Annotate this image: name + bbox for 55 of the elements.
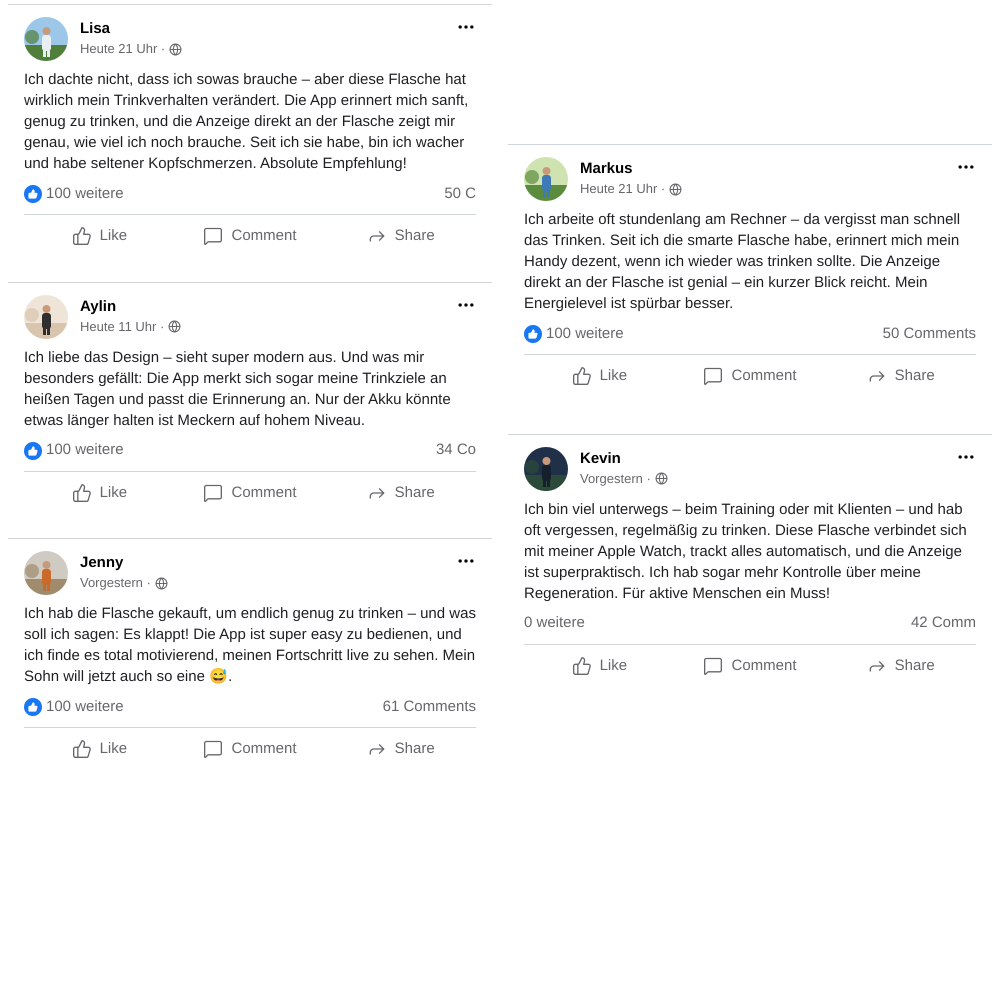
- post-text: Ich arbeite oft stundenlang am Rechner – da vergisst man schnell das Trinken. Seit ich die smarte Flasche habe, erinnert mich mein Handy dezent, wenn ich wieder was trinken sollte. Die Anzeige direkt an der Flasche ist genial – ein kurzer Blick reicht. Mein Energielevel ist spürbar besser.: [524, 210, 962, 314]
- share-button[interactable]: Share: [825, 648, 976, 683]
- post-text: Ich bin viel unterwegs – beim Training oder mit Klienten – und hab oft vergessen, regelmäßig zu trinken. Diese Flasche verbindet sich mit meiner Apple Watch, trackt alles automatisch, und die Anzeige ist superpraktisch. Ich hab sogar mehr Kontrolle über meine Regeneration. Für aktive Menschen ein Muss!: [524, 500, 968, 604]
- speech-bubble-icon: [703, 366, 724, 386]
- thumbs-up-icon: [72, 482, 92, 503]
- comment-count[interactable]: 34 Co: [436, 439, 476, 462]
- reaction-count[interactable]: 100 weitere: [46, 182, 124, 206]
- like-button[interactable]: Like: [24, 476, 175, 510]
- thumbs-up-icon: [72, 739, 92, 760]
- share-button[interactable]: Share: [325, 476, 476, 510]
- comment-count[interactable]: 42 Comm: [910, 612, 976, 635]
- author-name[interactable]: Markus: [580, 159, 682, 179]
- author-name[interactable]: Aylin: [80, 296, 182, 316]
- share-button[interactable]: Share: [825, 359, 976, 394]
- post-text: Ich hab die Flasche gekauft, um endlich genug zu trinken – und was soll ich sagen: Es klappt! Die App ist super easy zu bedienen, und ich finde es total motivierend, meinen Fortschritt live zu sehen. Mein Sohn will jetzt auch so eine 😅.: [24, 604, 476, 687]
- post-text: Ich dachte nicht, dass ich sowas brauche – aber diese Flasche hat wirklich mein Trinkverhalten verändert. Die App erinnert mich sanft, genug zu trinken, und die Anzeige direkt an der Flasche zeigt mir genau, wie viel ich noch brauche. Seit ich sie habe, bin ich wacher und habe seltener Kopfschmerzen. Absolute Empfehlung!: [24, 70, 470, 174]
- globe-icon: [168, 320, 182, 333]
- post-time: Heute 11 Uhr ·: [80, 318, 164, 336]
- author-name[interactable]: Jenny: [80, 553, 168, 573]
- like-button[interactable]: Like: [24, 732, 175, 766]
- speech-bubble-icon: [703, 656, 724, 676]
- comment-button[interactable]: Comment: [174, 219, 326, 254]
- post-time: Vorgestern ·: [80, 574, 151, 592]
- thumbs-up-icon: [572, 656, 592, 676]
- globe-icon: [169, 42, 182, 56]
- comment-button[interactable]: Comment: [174, 476, 326, 510]
- comment-count[interactable]: 61 Comments: [382, 696, 476, 718]
- speech-bubble-icon: [203, 482, 224, 503]
- share-button[interactable]: Share: [325, 219, 476, 254]
- comment-button[interactable]: Comment: [174, 732, 326, 766]
- author-name[interactable]: Kevin: [580, 448, 668, 468]
- share-button[interactable]: Share: [325, 732, 476, 766]
- globe-icon: [654, 472, 668, 485]
- post-time: Heute 21 Uhr ·: [580, 180, 666, 198]
- comment-count[interactable]: 50 Comments: [882, 322, 976, 346]
- author-name[interactable]: Lisa: [80, 19, 182, 39]
- speech-bubble-icon: [203, 739, 224, 760]
- globe-icon: [154, 576, 168, 590]
- like-button[interactable]: Like: [24, 219, 175, 254]
- like-button[interactable]: Like: [524, 648, 675, 683]
- reaction-count[interactable]: 100 weitere: [46, 439, 124, 462]
- globe-icon: [669, 182, 682, 196]
- post-time: Vorgestern ·: [580, 470, 651, 488]
- comment-button[interactable]: Comment: [674, 648, 826, 683]
- comment-count[interactable]: 50 C: [444, 182, 476, 206]
- reaction-count[interactable]: 100 weitere: [46, 696, 124, 718]
- reaction-count[interactable]: 0 weitere: [524, 612, 585, 635]
- like-button[interactable]: Like: [524, 359, 675, 394]
- post-time: Heute 21 Uhr ·: [80, 40, 166, 58]
- speech-bubble-icon: [203, 226, 224, 246]
- comment-button[interactable]: Comment: [674, 359, 826, 394]
- reaction-count[interactable]: 100 weitere: [546, 322, 624, 346]
- thumbs-up-icon: [72, 226, 92, 246]
- post-text: Ich liebe das Design – sieht super modern aus. Und was mir besonders gefällt: Die App merkt sich sogar meine Trinkziele an heißen Tagen und passt die Erinnerung an. Nur der Akku könnte etwas länger halten ist Meckern auf hohem Niveau.: [24, 348, 452, 430]
- thumbs-up-icon: [572, 366, 592, 386]
